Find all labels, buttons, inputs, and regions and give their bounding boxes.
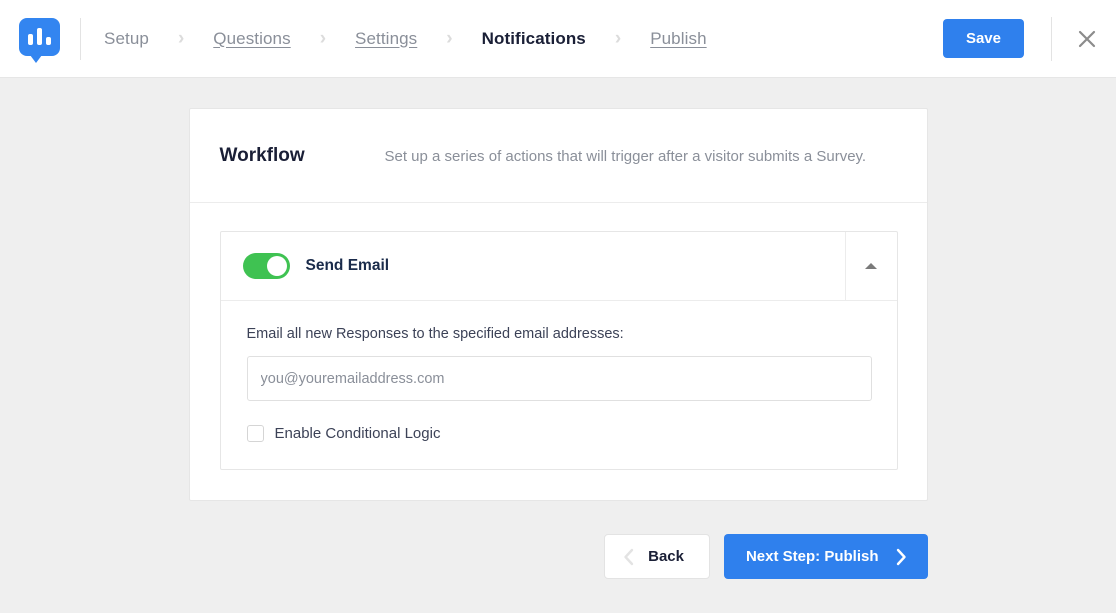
email-addresses-input[interactable]: [246, 356, 872, 401]
breadcrumb-item-notifications[interactable]: Notifications: [475, 29, 593, 49]
collapse-panel-button[interactable]: [844, 232, 897, 300]
send-email-action-panel: Send Email Email all new Responses to th…: [219, 231, 898, 470]
send-email-panel-header: Send Email: [220, 232, 897, 301]
send-email-label: Send Email: [305, 257, 390, 274]
next-step-button[interactable]: Next Step: Publish: [723, 534, 928, 579]
chevron-right-icon: ›: [446, 28, 453, 49]
breadcrumb-item-settings[interactable]: Settings: [348, 29, 424, 49]
breadcrumb-item-setup[interactable]: Setup: [97, 29, 156, 49]
page-title: Workflow: [219, 145, 305, 166]
enable-conditional-logic-checkbox[interactable]: [246, 425, 264, 442]
close-icon[interactable]: [1076, 28, 1098, 50]
logo-bar-3: [45, 37, 52, 45]
breadcrumb: Setup › Questions › Settings › Notificat…: [87, 29, 943, 49]
logo-bar-2: [36, 28, 43, 45]
wizard-actions: Back Next Step: Publish: [189, 534, 928, 579]
toggle-knob: [266, 256, 287, 276]
header-actions: Save: [942, 16, 1098, 61]
logo-bar-1: [27, 34, 34, 45]
breadcrumb-item-questions[interactable]: Questions: [206, 29, 297, 49]
send-email-panel-body: Email all new Responses to the specified…: [221, 301, 897, 469]
bar-chart-bubble-logo-icon: [19, 18, 60, 63]
chevron-right-icon: [895, 548, 908, 566]
chevron-right-icon: ›: [614, 28, 622, 49]
chevron-right-icon: ›: [319, 28, 327, 49]
enable-conditional-logic-row[interactable]: Enable Conditional Logic: [246, 425, 441, 442]
next-step-button-label: Next Step: Publish: [745, 548, 879, 565]
main-content: Workflow Set up a series of actions that…: [0, 78, 1116, 579]
workflow-description: Set up a series of actions that will tri…: [384, 148, 867, 165]
workflow-card: Workflow Set up a series of actions that…: [188, 108, 928, 501]
send-email-toggle[interactable]: [242, 253, 290, 279]
back-button[interactable]: Back: [604, 534, 710, 579]
header-divider: [80, 17, 81, 60]
app-logo[interactable]: [19, 18, 60, 63]
send-email-panel-header-main: Send Email: [221, 232, 845, 300]
email-field-label: Email all new Responses to the specified…: [246, 326, 624, 342]
breadcrumb-item-publish[interactable]: Publish: [643, 29, 713, 49]
app-header: Setup › Questions › Settings › Notificat…: [0, 0, 1116, 78]
caret-up-icon: [865, 263, 877, 269]
chevron-right-icon: ›: [177, 28, 185, 49]
workflow-card-header: Workflow Set up a series of actions that…: [189, 109, 927, 203]
back-button-label: Back: [648, 548, 684, 565]
enable-conditional-logic-label: Enable Conditional Logic: [274, 425, 441, 442]
chevron-left-icon: [622, 548, 635, 566]
header-divider-2: [1051, 16, 1052, 61]
save-button[interactable]: Save: [942, 19, 1024, 58]
workflow-card-body: Send Email Email all new Responses to th…: [190, 203, 927, 500]
